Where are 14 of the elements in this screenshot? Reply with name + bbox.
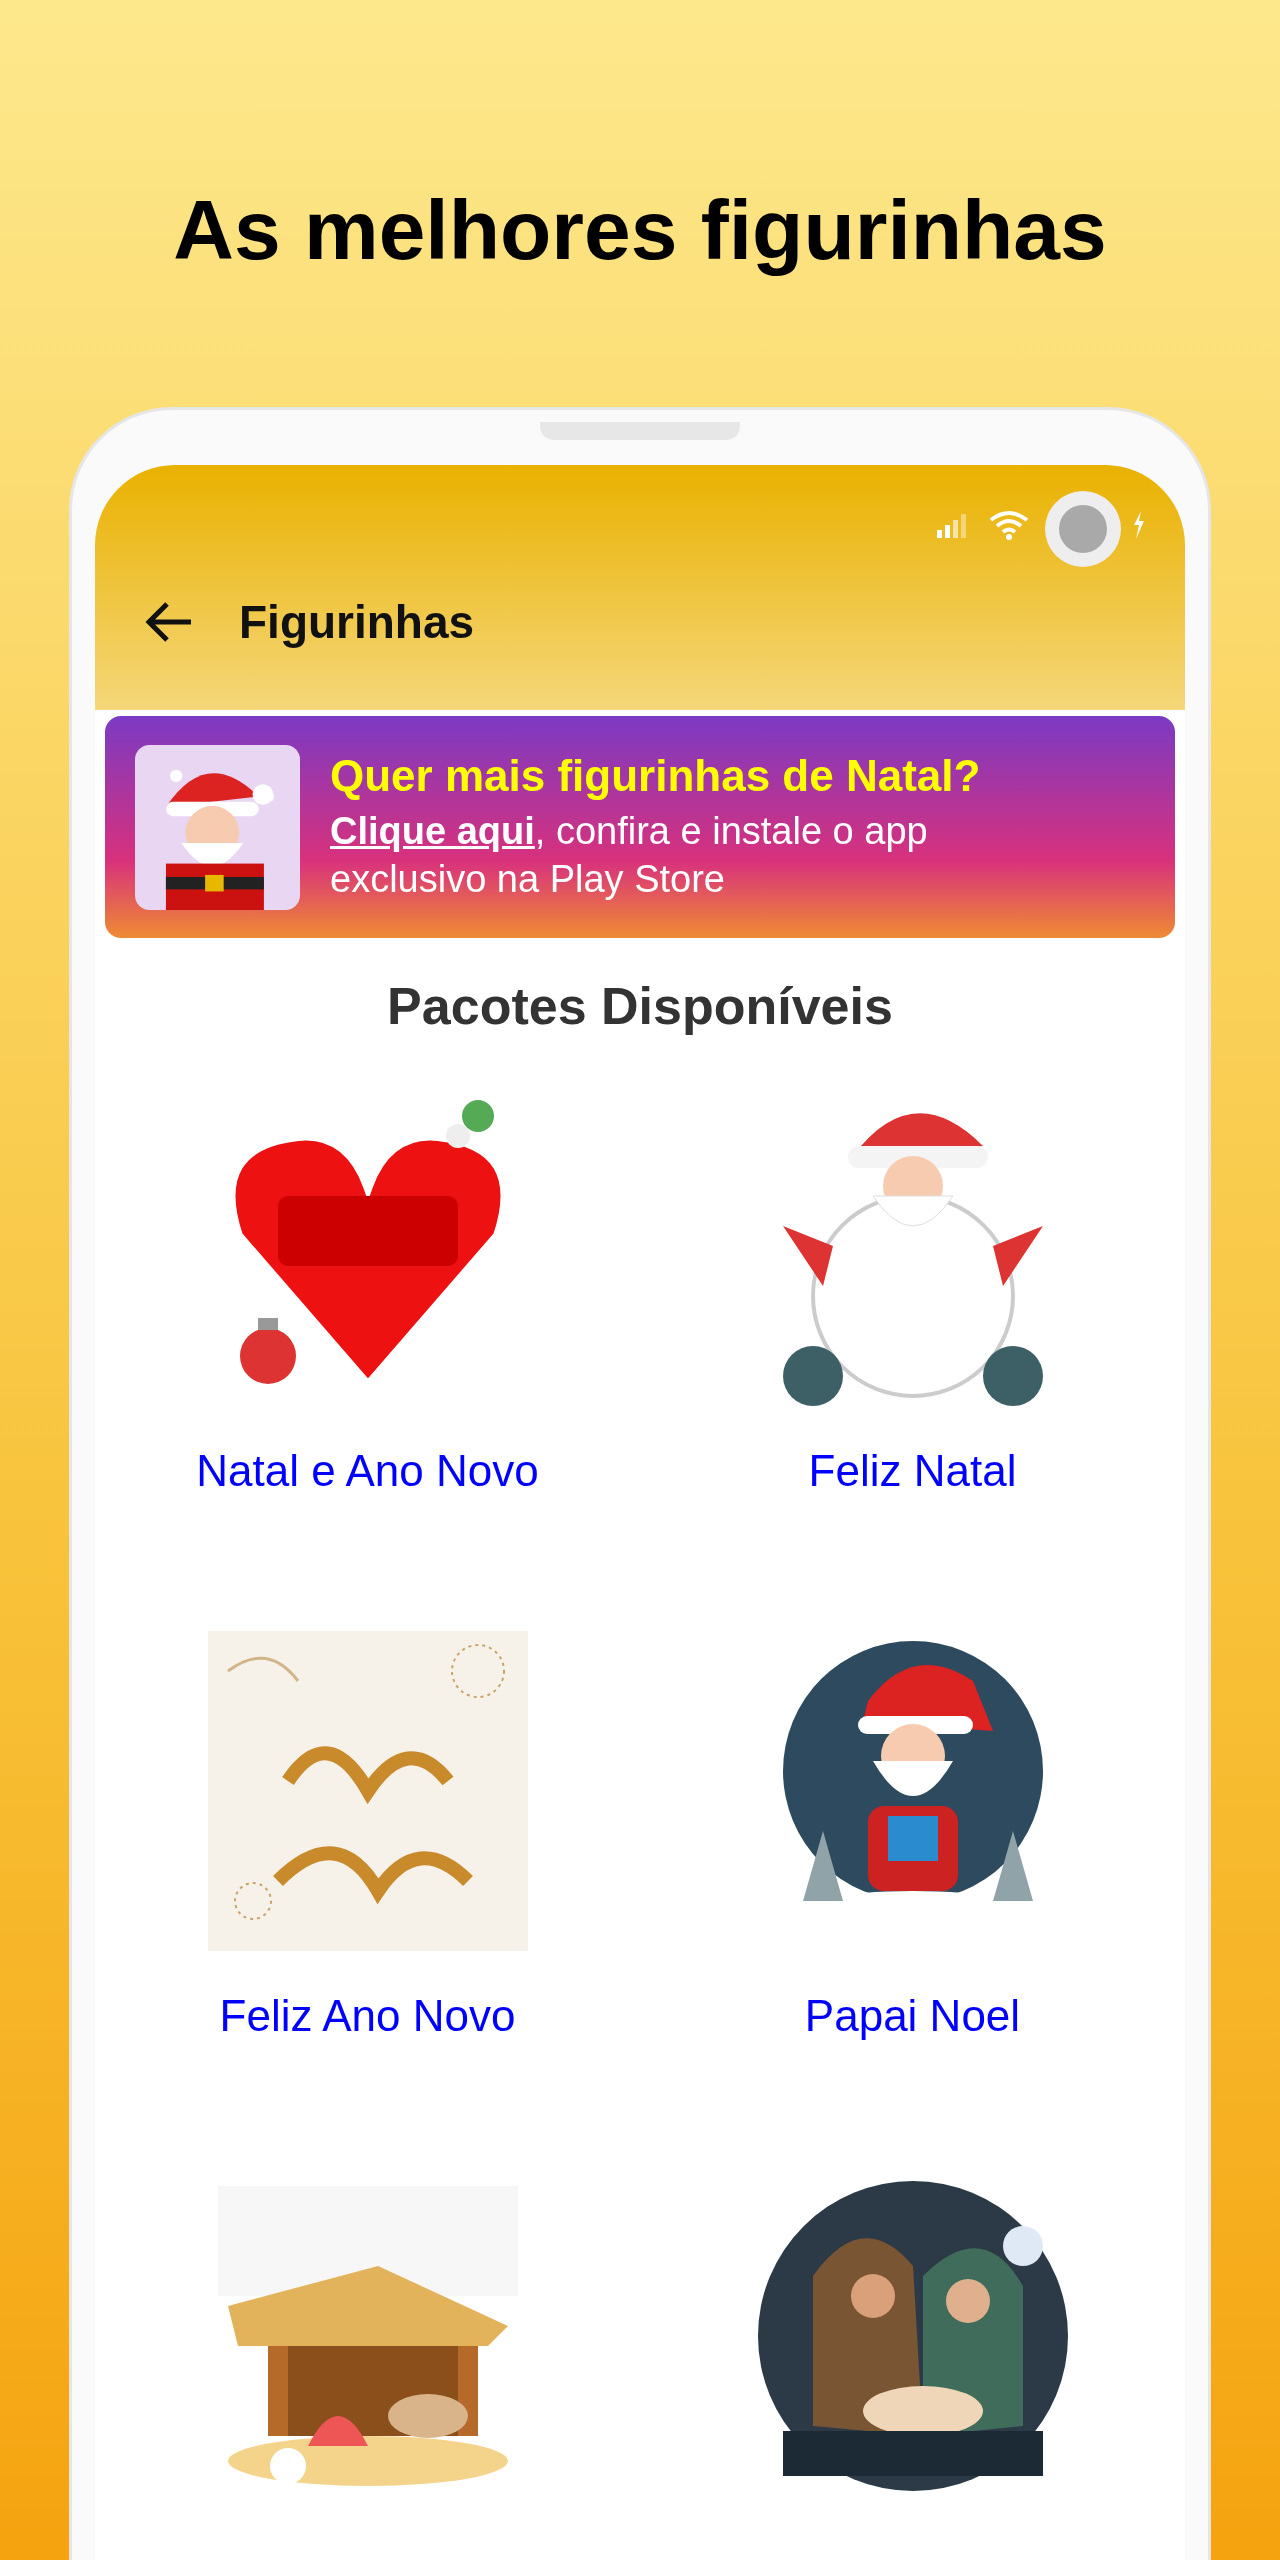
headline: As melhores figurinhas	[173, 182, 1107, 279]
banner-title: Quer mais figurinhas de Natal?	[330, 751, 982, 801]
promo-banner[interactable]: Quer mais figurinhas de Natal? Clique aqui, confira e instale o app exclusivo na Play Store	[105, 716, 1175, 938]
pack-name[interactable]: Natal e Ano Novo	[196, 1446, 539, 1496]
section-title: Pacotes Disponíveis	[386, 976, 894, 1036]
banner-link[interactable]: Clique aqui	[330, 810, 535, 852]
banner-text: Clique aqui, confira e instale o app exclusivo na Play Store	[330, 809, 929, 902]
pack-name[interactable]: Papai Noel	[804, 1991, 1021, 2041]
pack-name[interactable]: Feliz Ano Novo	[219, 1991, 516, 2041]
pack-name[interactable]: Feliz Natal	[808, 1446, 1017, 1496]
screen-title: Figurinhas	[239, 595, 475, 649]
charging-icon	[1133, 511, 1145, 539]
wifi-icon	[989, 510, 1029, 540]
camera-icon	[1043, 489, 1123, 569]
